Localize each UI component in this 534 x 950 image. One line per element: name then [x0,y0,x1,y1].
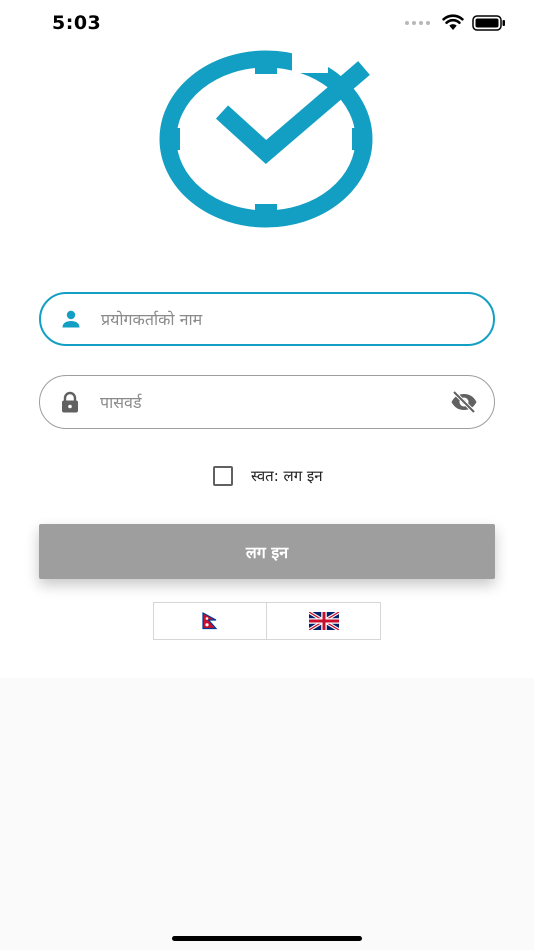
lock-icon [62,391,78,413]
uk-flag-icon [308,612,339,630]
language-button-nepali[interactable] [153,602,267,640]
nepal-flag-icon [202,612,218,630]
password-input[interactable] [100,376,434,428]
username-field[interactable] [39,292,495,346]
wifi-icon [442,14,464,30]
auto-login-option[interactable]: स्वत: लग इन [213,466,323,486]
auto-login-checkbox[interactable] [213,466,233,486]
auto-login-label: स्वत: लग इन [251,467,323,485]
eye-off-icon[interactable] [450,390,478,414]
username-input[interactable] [101,294,433,344]
status-bar: 5:03 [0,0,534,48]
home-indicator[interactable] [172,936,362,941]
language-button-english[interactable] [267,602,381,640]
status-time: 5:03 [52,12,102,34]
password-field[interactable] [39,375,495,429]
bottom-background [0,678,534,950]
language-selector [153,602,381,640]
login-button[interactable]: लग इन [39,524,495,579]
battery-icon [472,14,505,31]
person-icon [62,310,80,328]
clock-check-icon [159,50,373,228]
status-icons [405,14,506,31]
cellular-signal-icon [405,20,430,25]
